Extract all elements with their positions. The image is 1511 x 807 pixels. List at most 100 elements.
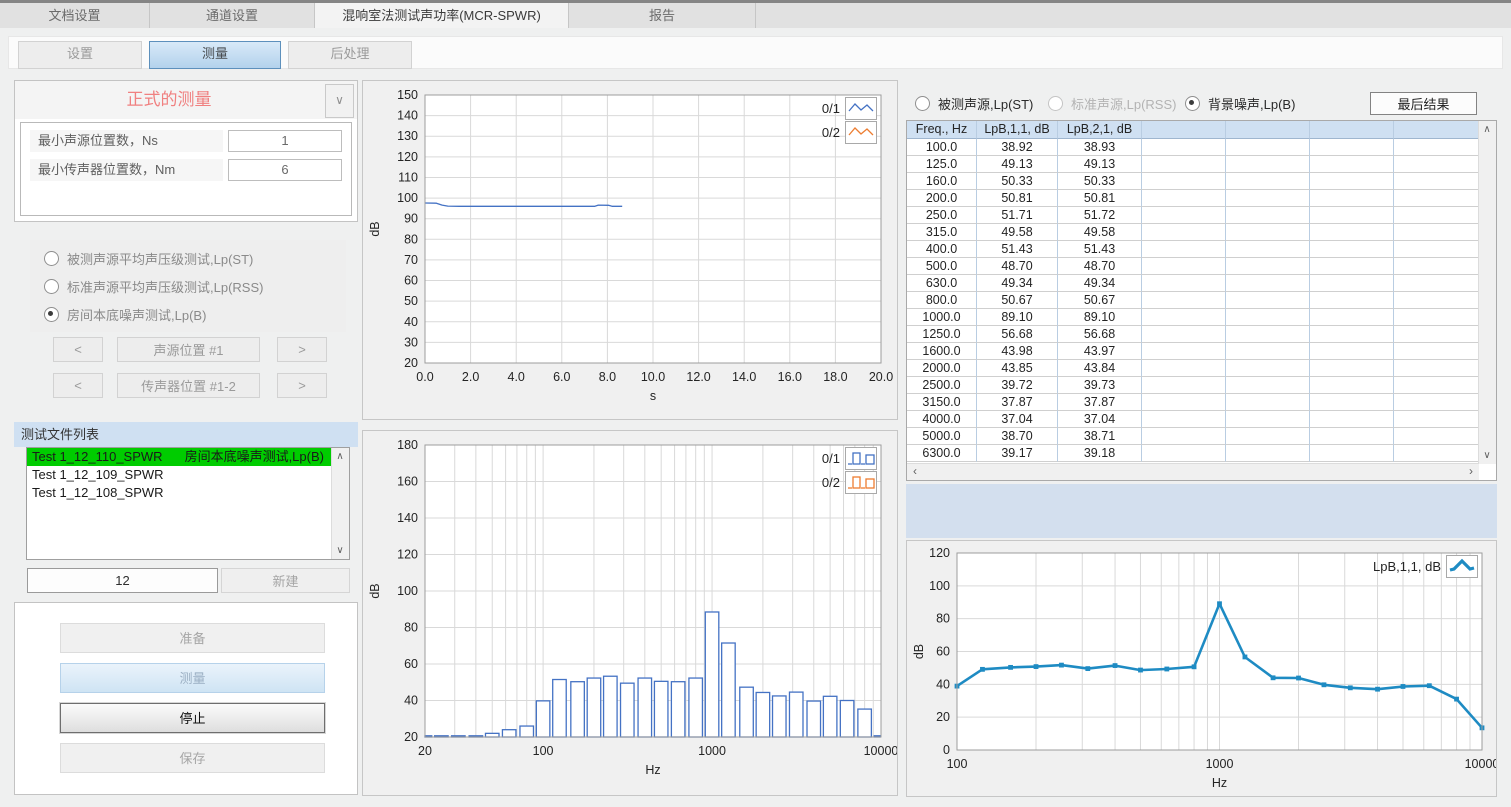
mode-dropdown[interactable]: 正式的测量 ∨ (15, 81, 357, 119)
table-row[interactable]: 200.050.8150.81 (907, 190, 1496, 207)
svg-text:0: 0 (943, 743, 950, 757)
scroll-left-icon[interactable]: ‹ (907, 464, 923, 479)
table-body: 100.038.9238.93125.049.1349.13160.050.33… (907, 139, 1496, 462)
position-prev-button-1[interactable]: < (53, 373, 103, 398)
position-label-button-0[interactable]: 声源位置 #1 (117, 337, 260, 362)
main-tab-1[interactable]: 通道设置 (150, 3, 315, 28)
final-result-button[interactable]: 最后结果 (1370, 92, 1477, 115)
param-value-input[interactable]: 6 (228, 159, 342, 181)
table-cell: 43.98 (977, 343, 1058, 360)
table-cell: 49.58 (1058, 224, 1142, 241)
scroll-up-icon[interactable]: ∧ (332, 448, 348, 465)
position-label-button-1[interactable]: 传声器位置 #1-2 (117, 373, 260, 398)
table-cell: 50.81 (977, 190, 1058, 207)
svg-text:60: 60 (936, 645, 950, 659)
file-list-scrollbar[interactable]: ∧∨ (331, 448, 349, 559)
svg-text:2.0: 2.0 (462, 370, 479, 384)
file-list-item[interactable]: Test 1_12_109_SPWR (27, 466, 337, 484)
measure-button[interactable]: 测量 (60, 663, 325, 693)
table-cell: 38.70 (977, 428, 1058, 445)
table-cell (1394, 241, 1481, 258)
svg-text:Hz: Hz (1212, 776, 1227, 790)
count-button[interactable]: 12 (27, 568, 218, 593)
param-value-input[interactable]: 1 (228, 130, 342, 152)
scroll-right-icon[interactable]: › (1463, 464, 1479, 479)
table-row[interactable]: 3150.037.8737.87 (907, 394, 1496, 411)
scroll-down-icon[interactable]: ∨ (332, 542, 348, 559)
file-name: Test 1_12_109_SPWR (32, 467, 164, 482)
table-cell: 37.04 (1058, 411, 1142, 428)
table-row[interactable]: 250.051.7151.72 (907, 207, 1496, 224)
position-next-button-0[interactable]: > (277, 337, 327, 362)
file-list-item[interactable]: Test 1_12_108_SPWR (27, 484, 337, 502)
svg-text:4.0: 4.0 (508, 370, 525, 384)
svg-text:s: s (650, 389, 656, 403)
stop-button[interactable]: 停止 (60, 703, 325, 733)
table-cell: 48.70 (1058, 258, 1142, 275)
table-row[interactable]: 500.048.7048.70 (907, 258, 1496, 275)
result-source-radio-1[interactable]: 标准声源,Lp(RSS) (1048, 95, 1176, 111)
table-row[interactable]: 1600.043.9843.97 (907, 343, 1496, 360)
table-row[interactable]: 5000.038.7038.71 (907, 428, 1496, 445)
result-source-radio-2[interactable]: 背景噪声,Lp(B) (1185, 95, 1295, 111)
svg-text:30: 30 (404, 335, 418, 349)
table-cell: 38.93 (1058, 139, 1142, 156)
table-cell: 37.87 (1058, 394, 1142, 411)
svg-text:1000: 1000 (1206, 757, 1234, 771)
table-cell (1226, 343, 1310, 360)
position-prev-button-0[interactable]: < (53, 337, 103, 362)
table-row[interactable]: 1250.056.6856.68 (907, 326, 1496, 343)
table-cell: 50.67 (1058, 292, 1142, 309)
table-cell (1310, 207, 1394, 224)
test-type-radio-2[interactable]: 房间本底噪声测试,Lp(B) (30, 300, 346, 328)
table-row[interactable]: 630.049.3449.34 (907, 275, 1496, 292)
table-row[interactable]: 100.038.9238.93 (907, 139, 1496, 156)
prepare-button[interactable]: 准备 (60, 623, 325, 653)
table-row[interactable]: 2000.043.8543.84 (907, 360, 1496, 377)
table-cell (1310, 343, 1394, 360)
table-row[interactable]: 6300.039.1739.18 (907, 445, 1496, 462)
table-row[interactable]: 315.049.5849.58 (907, 224, 1496, 241)
mode-dropdown-button[interactable]: ∨ (325, 84, 354, 118)
subtab-2[interactable]: 后处理 (288, 41, 412, 69)
table-row[interactable]: 4000.037.0437.04 (907, 411, 1496, 428)
file-list-title: 测试文件列表 (14, 422, 358, 447)
table-cell: 48.70 (977, 258, 1058, 275)
app-window: 文档设置通道设置混响室法测试声功率(MCR-SPWR)报告 设置测量后处理 正式… (0, 0, 1511, 807)
table-cell: 43.97 (1058, 343, 1142, 360)
subtab-1[interactable]: 测量 (149, 41, 281, 69)
radio-icon (44, 251, 59, 266)
main-tab-3[interactable]: 报告 (569, 3, 756, 28)
table-row[interactable]: 400.051.4351.43 (907, 241, 1496, 258)
table-cell (1142, 343, 1226, 360)
table-row[interactable]: 2500.039.7239.73 (907, 377, 1496, 394)
file-name: Test 1_12_110_SPWR (32, 449, 163, 464)
subtab-0[interactable]: 设置 (18, 41, 142, 69)
radio-icon (1048, 96, 1063, 111)
table-cell: 50.33 (1058, 173, 1142, 190)
svg-text:16.0: 16.0 (778, 370, 802, 384)
result-source-radio-0[interactable]: 被测声源,Lp(ST) (915, 95, 1033, 111)
main-tab-0[interactable]: 文档设置 (0, 3, 150, 28)
file-list-item[interactable]: Test 1_12_110_SPWR房间本底噪声测试,Lp(B) (27, 448, 337, 466)
scroll-up-icon[interactable]: ∧ (1479, 121, 1495, 138)
table-cell: 37.04 (977, 411, 1058, 428)
table-cell (1226, 190, 1310, 207)
table-cell: 1000.0 (907, 309, 977, 326)
table-row[interactable]: 800.050.6750.67 (907, 292, 1496, 309)
table-vscrollbar[interactable]: ∧∨ (1478, 121, 1496, 464)
test-type-radio-0[interactable]: 被测声源平均声压级测试,Lp(ST) (30, 244, 346, 272)
table-hscrollbar[interactable]: ‹› (907, 463, 1479, 480)
table-row[interactable]: 125.049.1349.13 (907, 156, 1496, 173)
test-type-radio-1[interactable]: 标准声源平均声压级测试,Lp(RSS) (30, 272, 346, 300)
table-row[interactable]: 1000.089.1089.10 (907, 309, 1496, 326)
svg-text:60: 60 (404, 274, 418, 288)
radio-label: 标准声源,Lp(RSS) (1071, 94, 1176, 113)
main-tab-2[interactable]: 混响室法测试声功率(MCR-SPWR) (315, 3, 569, 28)
new-button[interactable]: 新建 (221, 568, 350, 593)
scroll-down-icon[interactable]: ∨ (1479, 447, 1495, 464)
position-next-button-1[interactable]: > (277, 373, 327, 398)
table-cell (1226, 428, 1310, 445)
table-row[interactable]: 160.050.3350.33 (907, 173, 1496, 190)
save-button[interactable]: 保存 (60, 743, 325, 773)
